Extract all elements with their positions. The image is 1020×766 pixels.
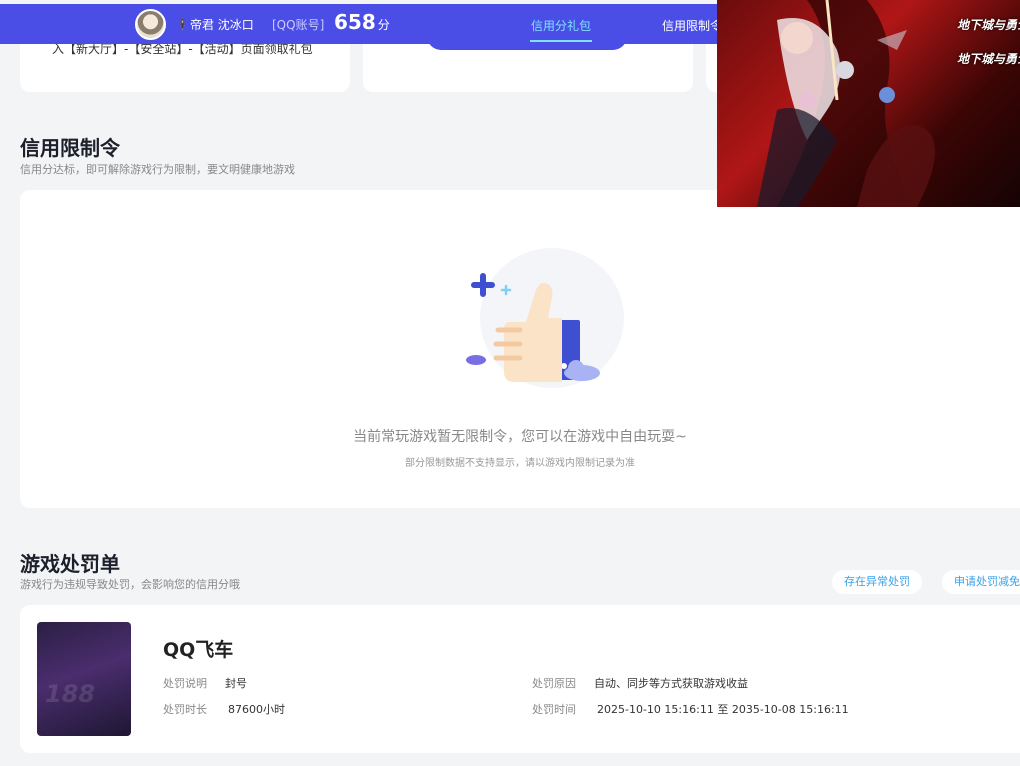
avatar[interactable] [135,9,166,40]
tab-credit-gift[interactable]: 信用分礼包 [531,17,591,34]
restriction-desc: 信用分达标，即可解除游戏行为限制，要文明健康地游戏 [20,163,295,176]
restriction-card: 当前常玩游戏暂无限制令，您可以在游戏中自由玩耍~ 部分限制数据不支持显示，请以游… [20,190,1020,508]
qq-account-label: [QQ账号] [272,18,325,32]
credit-page: 入【新大厅】-【安全站】-【活动】页面领取礼包 🕴帝君 沈冰口 [QQ账号] 6… [0,0,1020,766]
penalty-duration-value: 87600小时 [228,703,285,716]
thumbs-up-illustration [466,248,624,388]
penalty-desc-value: 封号 [225,677,247,690]
game-ad-logo-top: 地下城与勇士 [957,18,1020,32]
game-cover-image: 188 [37,622,131,736]
penalty-duration-label: 处罚时长 [163,703,207,716]
game-name: QQ飞车 [163,639,234,661]
tab-credit-restriction[interactable]: 信用限制令 [662,17,722,34]
active-tab-underline [530,40,592,42]
restriction-title: 信用限制令 [20,136,120,160]
credit-score: 658 分 [334,10,390,34]
credit-score-unit: 分 [377,18,390,32]
penalty-desc-label: 处罚说明 [163,677,207,690]
game-ad-logo-bottom: 地下城与勇士 [957,52,1020,66]
penalty-item: 188 QQ飞车 处罚说明 封号 处罚时长 87600小时 处罚原因 自动、同步… [20,605,1020,753]
penalty-time-value: 2025-10-10 15:16:11 至 2035-10-08 15:16:1… [597,703,849,716]
penalty-title: 游戏处罚单 [20,552,120,576]
penalty-reason-label: 处罚原因 [532,677,576,690]
empty-state-note: 部分限制数据不支持显示，请以游戏内限制记录为准 [405,458,635,469]
penalty-desc: 游戏行为违规导致处罚，会影响您的信用分哦 [20,578,240,591]
credit-score-value: 658 [334,10,376,34]
game-ad-overlay[interactable]: 地下城与勇士 地下城与勇士 [717,0,1020,207]
game-cover-mark: 188 [45,680,96,708]
empty-state-message: 当前常玩游戏暂无限制令，您可以在游戏中自由玩耍~ [353,429,687,445]
penalty-time-label: 处罚时间 [532,703,576,716]
reduce-penalty-button[interactable]: 申请处罚减免 [942,570,1020,594]
penalty-reason-value: 自动、同步等方式获取游戏收益 [594,677,748,690]
user-nickname: 🕴帝君 沈冰口 [175,18,254,32]
abnormal-penalty-button[interactable]: 存在异常处罚 [832,570,922,594]
